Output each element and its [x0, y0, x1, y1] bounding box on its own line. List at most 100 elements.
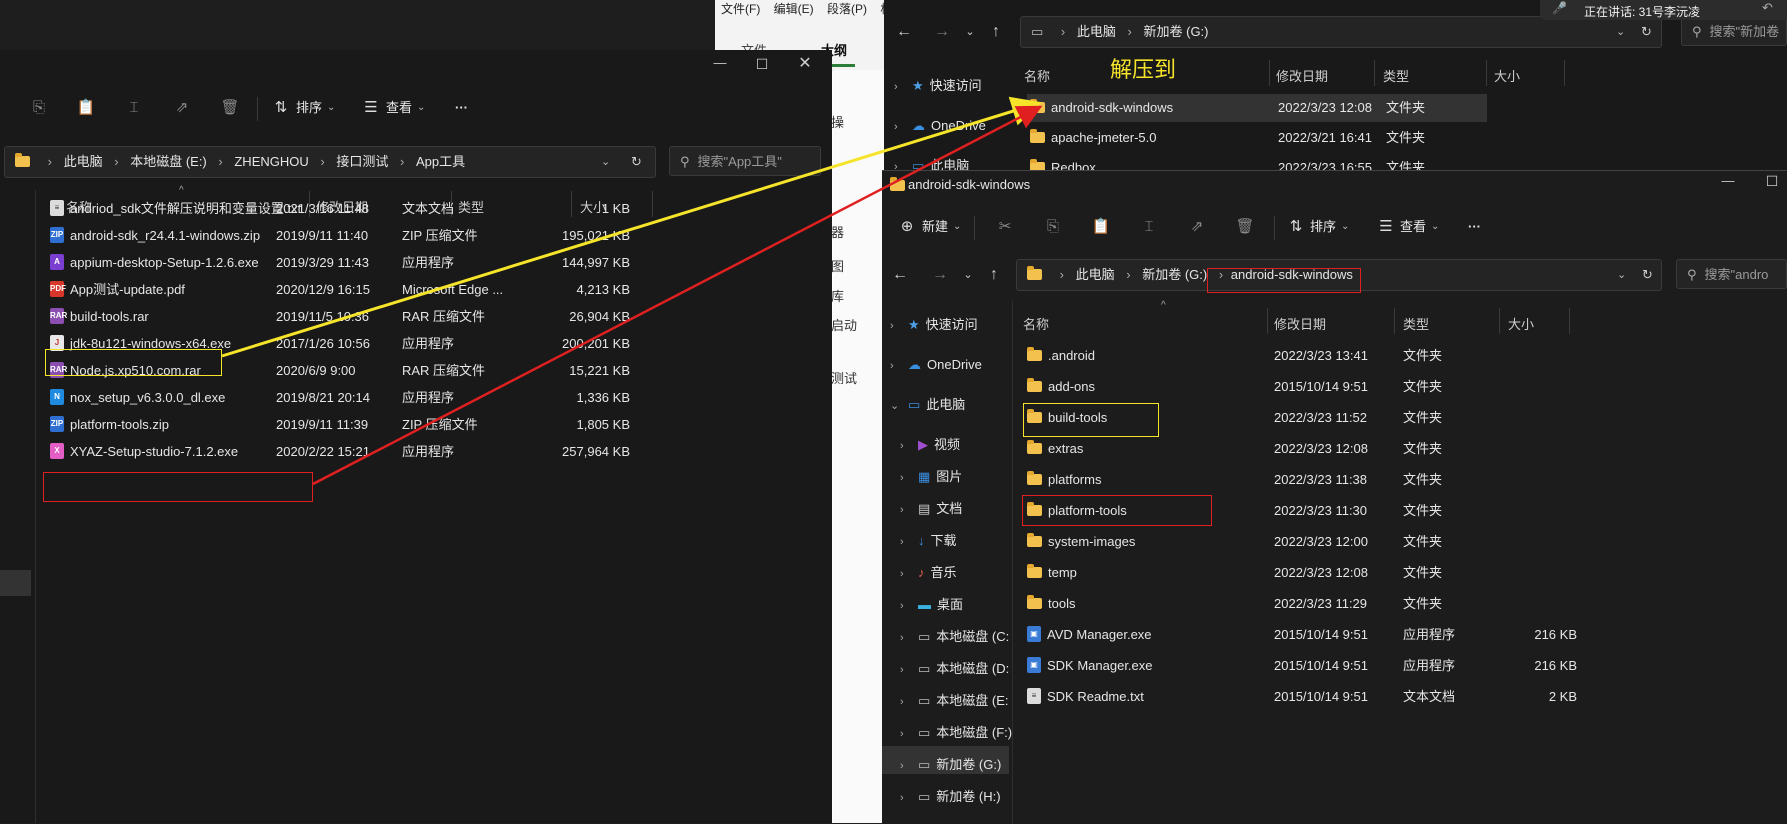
column-divider[interactable]: [1394, 308, 1395, 334]
refresh-icon[interactable]: ↻: [631, 147, 642, 177]
share-icon[interactable]: ⇗: [171, 97, 193, 119]
search-input[interactable]: ⚲ 搜索"App工具": [669, 146, 821, 176]
column-size[interactable]: 大小: [1508, 314, 1534, 333]
column-name[interactable]: 名称: [1024, 66, 1050, 85]
search-input[interactable]: ⚲ 搜索"新加卷: [1681, 16, 1787, 46]
column-type[interactable]: 类型: [1403, 314, 1429, 333]
new-icon[interactable]: ⊕: [896, 216, 918, 238]
back-icon[interactable]: ←: [888, 263, 912, 287]
file-row[interactable]: Aappium-desktop-Setup-1.2.6.exe 2019/3/29…: [42, 250, 642, 276]
refresh-icon[interactable]: ↻: [1642, 260, 1653, 290]
copy-icon[interactable]: ⎘: [1042, 216, 1064, 238]
more-button[interactable]: ···: [455, 97, 468, 119]
column-divider[interactable]: [1486, 60, 1487, 86]
breadcrumb-item[interactable]: 此电脑: [1076, 267, 1115, 282]
file-row[interactable]: extras 2022/3/23 12:08 文件夹: [1027, 436, 1707, 462]
paste-icon[interactable]: 📋: [75, 97, 97, 119]
column-divider[interactable]: [1564, 60, 1565, 86]
history-chevron-icon[interactable]: ⌄: [956, 263, 980, 287]
address-dropdown-icon[interactable]: ⌄: [601, 147, 610, 177]
file-row[interactable]: Nnox_setup_v6.3.0.0_dl.exe 2019/8/21 20:1…: [42, 385, 642, 411]
nav-item-15[interactable]: › ▭ 新加卷 (H:): [900, 783, 1001, 811]
column-divider[interactable]: [1269, 60, 1270, 86]
minimize-icon[interactable]: —: [710, 54, 730, 74]
delete-icon[interactable]: 🗑: [1234, 216, 1256, 238]
column-divider[interactable]: [1374, 60, 1375, 86]
file-row[interactable]: ≡ andriod_sdk文件解压说明和变量设置.txt 2021/3/16 11:…: [42, 196, 642, 222]
sort-icon[interactable]: ⇅: [270, 97, 292, 119]
file-row[interactable]: ▣ AVD Manager.exe 2015/10/14 9:51 应用程序 216 K…: [1027, 622, 1707, 648]
column-date[interactable]: 修改日期: [1274, 314, 1326, 333]
nav-item-10[interactable]: › ▭ 本地磁盘 (C:: [900, 623, 1009, 651]
nav-item-3[interactable]: ⌄ ▭ 此电脑: [890, 391, 965, 419]
up-icon[interactable]: ↑: [982, 263, 1006, 287]
column-divider[interactable]: [1569, 308, 1570, 334]
maximize-icon[interactable]: ☐: [1762, 173, 1782, 193]
nav-item-6[interactable]: › ▤ 文档: [900, 495, 962, 523]
nav-item-13[interactable]: › ▭ 本地磁盘 (F:): [900, 719, 1012, 747]
cut-icon[interactable]: ✂: [994, 216, 1016, 238]
file-row[interactable]: PDF App测试-update.pdf 2020/12/9 16:15 Micros…: [42, 277, 642, 303]
file-row[interactable]: ZIP platform-tools.zip 2019/9/11 11:39 ZIP …: [42, 412, 642, 438]
breadcrumb-item[interactable]: ZHENGHOU: [234, 154, 308, 169]
nav-item-5[interactable]: › ▦ 图片: [900, 463, 962, 491]
nav-item-11[interactable]: › ▭ 本地磁盘 (D:: [900, 655, 1009, 683]
close-icon[interactable]: ✕: [795, 54, 815, 74]
back-icon[interactable]: ←: [892, 20, 916, 44]
rename-icon[interactable]: ⌶: [1138, 216, 1160, 238]
address-dropdown-icon[interactable]: ⌄: [1617, 260, 1626, 290]
forward-icon[interactable]: →: [930, 20, 954, 44]
file-row[interactable]: temp 2022/3/23 12:08 文件夹: [1027, 560, 1707, 586]
file-row[interactable]: apache-jmeter-5.0 2022/3/21 16:41 文件夹: [1030, 125, 1490, 151]
breadcrumb-item[interactable]: 此电脑: [64, 154, 103, 169]
sort-button[interactable]: 排序: [1310, 216, 1336, 238]
file-row[interactable]: .android 2022/3/23 13:41 文件夹: [1027, 343, 1707, 369]
column-size[interactable]: 大小: [1494, 66, 1520, 85]
view-icon[interactable]: ☰: [360, 97, 382, 119]
column-type[interactable]: 类型: [1383, 66, 1409, 85]
file-row[interactable]: ≡ SDK Readme.txt 2015/10/14 9:51 文本文档 2 KB: [1027, 684, 1707, 710]
file-row[interactable]: ▣ SDK Manager.exe 2015/10/14 9:51 应用程序 216 K…: [1027, 653, 1707, 679]
view-button[interactable]: 查看: [1400, 216, 1426, 238]
column-name[interactable]: 名称: [1023, 314, 1049, 333]
file-row[interactable]: add-ons 2015/10/14 9:51 文件夹: [1027, 374, 1707, 400]
breadcrumb-item[interactable]: 本地磁盘 (E:): [130, 154, 207, 169]
nav-item-9[interactable]: › ▬ 桌面: [900, 591, 963, 619]
file-row[interactable]: Redbox 2022/3/23 16:55 文件夹: [1030, 155, 1490, 170]
breadcrumb-item[interactable]: 新加卷 (G:): [1142, 267, 1207, 282]
nav-item-onedrive[interactable]: › ☁ OneDrive: [894, 112, 986, 140]
nav-item-4[interactable]: › ▶ 视频: [900, 431, 960, 459]
file-row[interactable]: tools 2022/3/23 11:29 文件夹: [1027, 591, 1707, 617]
paste-icon[interactable]: 📋: [1090, 216, 1112, 238]
address-bar[interactable]: › 此电脑 › 本地磁盘 (E:) › ZHENGHOU › 接口测试 › Ap…: [4, 146, 656, 178]
file-row[interactable]: system-images 2022/3/23 12:00 文件夹: [1027, 529, 1707, 555]
column-divider[interactable]: [652, 191, 653, 217]
nav-item-1[interactable]: › ★ 快速访问: [890, 311, 978, 339]
minimize-icon[interactable]: —: [1718, 173, 1738, 193]
address-dropdown-icon[interactable]: ⌄: [1616, 17, 1625, 47]
sort-icon[interactable]: ⇅: [1285, 216, 1307, 238]
menu-file[interactable]: 文件(F): [721, 2, 760, 16]
sort-button[interactable]: 排序: [296, 97, 322, 119]
refresh-icon[interactable]: ↻: [1641, 17, 1652, 47]
menu-paragraph[interactable]: 段落(P): [827, 2, 867, 16]
breadcrumb-item[interactable]: 此电脑: [1077, 24, 1116, 39]
column-divider[interactable]: [1267, 308, 1268, 334]
nav-item-quick-access[interactable]: › ★ 快速访问: [894, 72, 982, 100]
nav-item-14[interactable]: › ▭ 新加卷 (G:): [900, 751, 1001, 779]
history-chevron-icon[interactable]: ⌄: [958, 20, 982, 44]
file-row[interactable]: X XYAZ-Setup-studio-7.1.2.exe 2020/2/22 15…: [42, 439, 642, 465]
copy-path-icon[interactable]: ⎘: [28, 97, 50, 119]
maximize-icon[interactable]: ☐: [752, 54, 772, 74]
address-bar[interactable]: ▭ › 此电脑 › 新加卷 (G:) ⌄ ↻: [1020, 16, 1662, 48]
nav-item-this-pc[interactable]: › ▭ 此电脑: [894, 152, 969, 170]
view-button[interactable]: 查看: [386, 97, 412, 119]
menu-edit[interactable]: 编辑(E): [774, 2, 814, 16]
nav-item-12[interactable]: › ▭ 本地磁盘 (E:: [900, 687, 1009, 715]
new-button[interactable]: 新建: [922, 216, 948, 238]
nav-item-2[interactable]: › ☁ OneDrive: [890, 351, 982, 379]
breadcrumb-item[interactable]: 新加卷 (G:): [1144, 24, 1209, 39]
breadcrumb-item[interactable]: App工具: [416, 154, 465, 169]
column-divider[interactable]: [1499, 308, 1500, 334]
up-icon[interactable]: ↑: [984, 20, 1008, 44]
